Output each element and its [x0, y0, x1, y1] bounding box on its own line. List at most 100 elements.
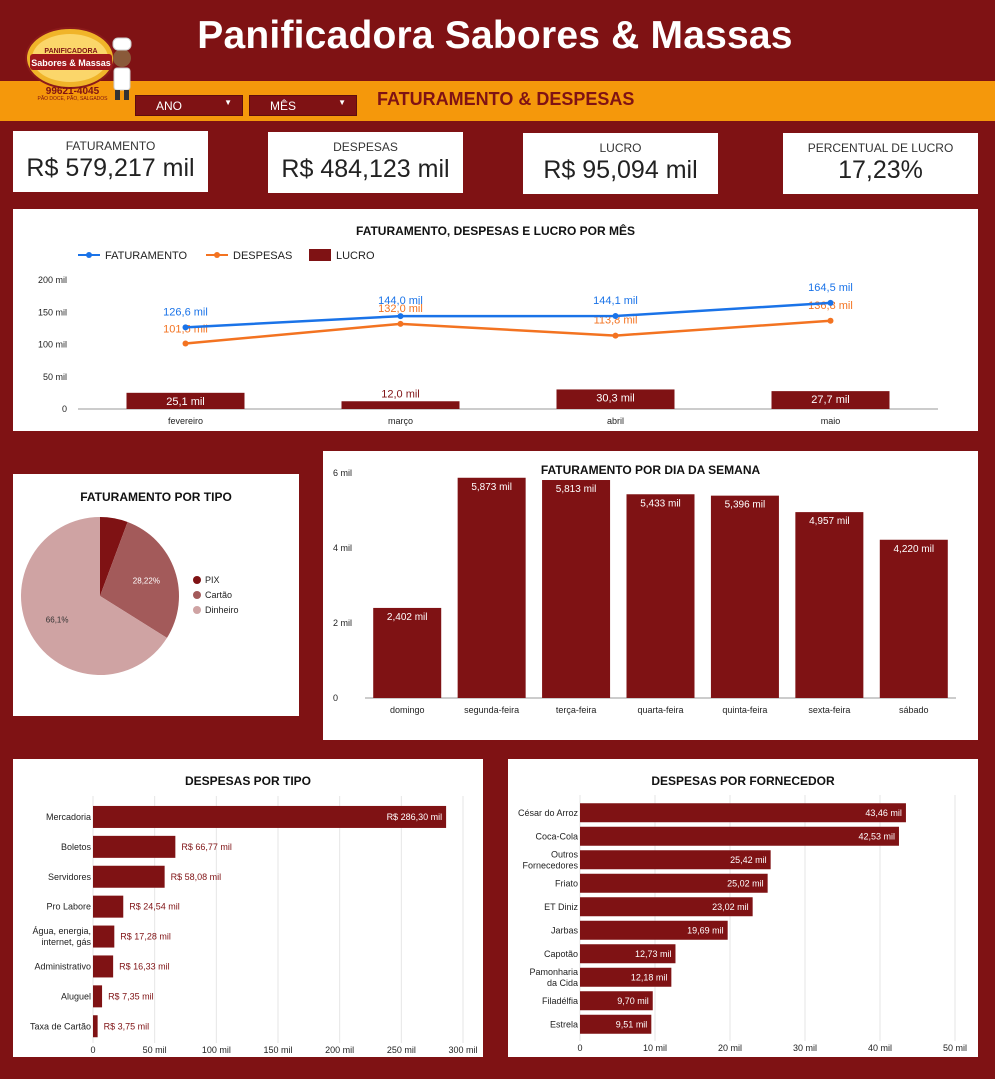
weekday-bar [710, 495, 779, 698]
faturamento-point [397, 313, 404, 320]
kpi-label: FATURAMENTO [65, 139, 156, 153]
kpi-lucro: LUCRO R$ 95,094 mil [523, 133, 718, 194]
year-filter[interactable]: ANO ▼ [135, 95, 243, 116]
expense-bar [580, 826, 899, 846]
pie-slice-label: 66,1% [46, 616, 69, 625]
weekday-bar [542, 480, 611, 698]
weekday-bar-label: 4,957 mil [809, 516, 850, 527]
legend-label: DESPESAS [233, 250, 292, 262]
weekday-bar-label: 5,873 mil [471, 482, 512, 493]
expense-bar [93, 985, 103, 1008]
monthly-chart-panel: FATURAMENTO, DESPESAS E LUCRO POR MÊS 05… [13, 209, 978, 431]
expense-bar-label: 25,42 mil [730, 855, 767, 865]
kpi-value: R$ 95,094 mil [543, 156, 698, 184]
despesas-point [182, 340, 189, 347]
x-tick-label: segunda-feira [464, 705, 519, 715]
y-tick-label: Coca-Cola [535, 831, 578, 841]
y-tick-label: Jarbas [551, 925, 579, 935]
x-tick-label: abril [607, 416, 624, 426]
weekday-bar-label: 5,433 mil [640, 498, 681, 509]
expense-bar [93, 865, 165, 888]
supplier-panel: DESPESAS POR FORNECEDOR 0 10 mil 20 mil 30 … [508, 759, 978, 1057]
x-tick-label: março [388, 416, 413, 426]
x-tick-label: 150 mil [263, 1045, 292, 1055]
expense-bar-label: R$ 66,77 mil [181, 842, 232, 852]
x-tick-label: maio [821, 416, 841, 426]
y-tick-label: 150 mil [38, 307, 67, 317]
expense-bar [580, 803, 906, 823]
expense-type-panel: DESPESAS POR TIPO 0 50 mil 100 mil 150 mil 2… [13, 759, 483, 1057]
expense-bar [93, 955, 114, 978]
lucro-bar [341, 401, 460, 409]
x-tick-label: terça-feira [556, 705, 597, 715]
y-tick-label: Aluguel [61, 991, 91, 1001]
y-tick-label: 0 [333, 693, 338, 703]
y-tick-label: Fornecedores [522, 860, 578, 870]
weekday-bar-label: 5,813 mil [556, 484, 597, 495]
kpi-faturamento: FATURAMENTO R$ 579,217 mil [13, 131, 208, 192]
pie-chart: 28,22% 66,1% PIX Cartão Dinheiro [20, 517, 239, 675]
expense-bar-label: R$ 286,30 mil [387, 812, 443, 822]
legend-swatch [193, 606, 201, 614]
pie-chart-panel: FATURAMENTO POR TIPO 28,22% 66,1% PIX Cartã… [13, 474, 299, 716]
faturamento-point [827, 299, 834, 306]
x-tick-label: 50 mil [143, 1045, 167, 1055]
y-tick-label: Friato [555, 878, 578, 888]
expense-bar-label: R$ 7,35 mil [108, 991, 154, 1001]
x-tick-label: 40 mil [868, 1043, 892, 1053]
x-tick-label: 10 mil [643, 1043, 667, 1053]
y-tick-label: Mercadoria [46, 812, 91, 822]
expense-bar-label: 12,73 mil [635, 949, 672, 959]
x-tick-label: 300 mil [448, 1045, 477, 1055]
legend-swatch [193, 576, 201, 584]
x-tick-label: 30 mil [793, 1043, 817, 1053]
month-filter[interactable]: MÊS ▼ [249, 95, 357, 116]
expense-bar-label: R$ 17,28 mil [120, 932, 171, 942]
expense-bar [93, 925, 115, 948]
expense-bar [93, 835, 176, 858]
dashboard-subtitle: FATURAMENTO & DESPESAS [377, 89, 635, 109]
lucro-bar-label: 27,7 mil [811, 394, 850, 406]
kpi-value: R$ 579,217 mil [26, 154, 195, 182]
weekday-bar [457, 477, 526, 698]
weekday-chart: 0 2 mil 4 mil 6 mil 2,402 mil domingo 5,873 mi… [333, 468, 956, 715]
legend-label: FATURAMENTO [105, 250, 188, 262]
y-tick-label: Pro Labore [46, 902, 91, 912]
expense-bar-label: R$ 58,08 mil [171, 872, 222, 882]
logo-line1: PANIFICADORA [44, 48, 97, 55]
y-tick-label: 50 mil [43, 372, 67, 382]
weekday-bar-label: 4,220 mil [893, 544, 934, 555]
expense-bar-label: 19,69 mil [687, 925, 724, 935]
despesas-line [185, 319, 831, 345]
expense-bar-label: 42,53 mil [858, 831, 895, 841]
despesas-point [612, 332, 619, 339]
despesas-point [397, 320, 404, 327]
weekday-bar [795, 512, 864, 698]
y-tick-label: Outros [551, 849, 579, 859]
y-tick-label: Pamonharia [529, 967, 578, 977]
expense-bar-label: 9,51 mil [616, 1019, 648, 1029]
x-tick-label: 20 mil [718, 1043, 742, 1053]
faturamento-label: 144,1 mil [593, 295, 638, 307]
kpi-label: LUCRO [599, 141, 642, 155]
y-tick-label: Boletos [61, 842, 92, 852]
faturamento-label: 144,0 mil [378, 295, 423, 307]
chevron-down-icon: ▼ [338, 98, 346, 107]
x-tick-label: 250 mil [387, 1045, 416, 1055]
y-tick-label: Estrela [550, 1019, 578, 1029]
lucro-bar-label: 12,0 mil [381, 388, 420, 400]
y-tick-label: Filadélfia [542, 996, 578, 1006]
x-tick-label: 50 mil [943, 1043, 967, 1053]
y-tick-label: da Cida [547, 978, 578, 988]
kpi-percentual-lucro: PERCENTUAL DE LUCRO 17,23% [783, 133, 978, 194]
expense-bar-label: R$ 16,33 mil [119, 961, 170, 971]
y-tick-label: 100 mil [38, 340, 67, 350]
logo-line2: Sabores & Massas [31, 58, 111, 68]
monthly-chart: 0 50 mil 100 mil 150 mil 200 mil fevereiro mar… [38, 249, 938, 426]
x-tick-label: 200 mil [325, 1045, 354, 1055]
dashboard-title: Panificadora Sabores & Massas [197, 14, 793, 57]
legend-label: PIX [205, 575, 220, 585]
expense-bar-label: R$ 24,54 mil [129, 902, 180, 912]
y-tick-label: 200 mil [38, 275, 67, 285]
faturamento-label: 164,5 mil [808, 282, 853, 294]
